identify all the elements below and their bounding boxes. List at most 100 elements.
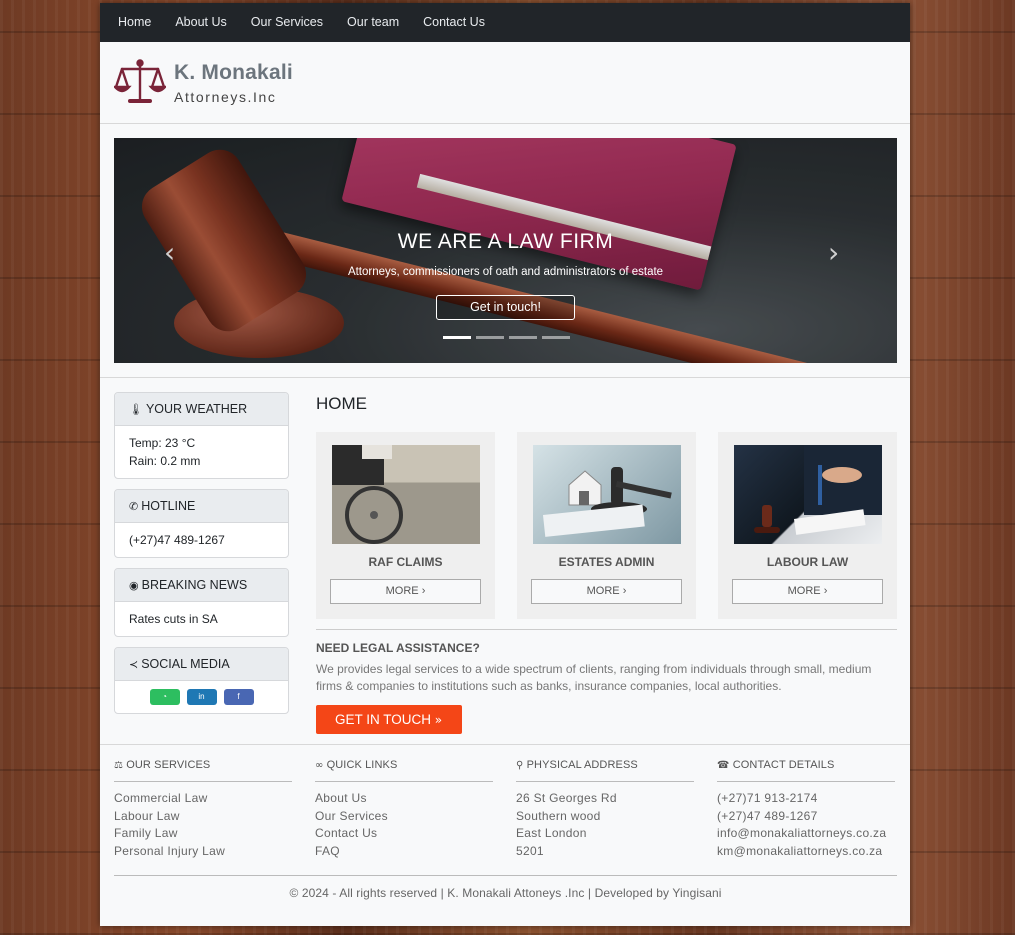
nav-our-team[interactable]: Our team bbox=[335, 3, 411, 42]
contact-email[interactable]: info@monakaliattorneys.co.za bbox=[717, 825, 895, 843]
handshake-image bbox=[753, 445, 882, 535]
chevron-right-icon: › bbox=[823, 585, 828, 597]
footer-contact-title: CONTACT DETAILS bbox=[732, 759, 835, 771]
weather-card-body: Temp: 23 °C Rain: 0.2 mm bbox=[115, 426, 288, 478]
footer-columns: ⚖ OUR SERVICES Commercial Law Labour Law… bbox=[114, 759, 897, 860]
carousel-subtitle: Attorneys, commissioners of oath and adm… bbox=[347, 266, 664, 278]
brand-name[interactable]: K. Monakali bbox=[174, 61, 293, 85]
carousel-prev-icon[interactable]: ‹ bbox=[164, 236, 175, 269]
hero-carousel: WE ARE A LAW FIRM Attorneys, commissione… bbox=[114, 138, 897, 363]
carousel-title: WE ARE A LAW FIRM bbox=[397, 230, 614, 253]
address-line: Southern wood bbox=[516, 808, 601, 823]
news-text[interactable]: Rates cuts in SA bbox=[129, 610, 274, 628]
address-line: 26 St Georges Rd bbox=[516, 791, 617, 805]
labour-more-button[interactable]: MORE › bbox=[732, 579, 883, 604]
social-card-header: ≺ SOCIAL MEDIA bbox=[115, 648, 288, 681]
footer-address-title: PHYSICAL ADDRESS bbox=[526, 759, 638, 771]
contact-phone[interactable]: (+27)47 489-1267 bbox=[717, 808, 895, 826]
nav-our-services[interactable]: Our Services bbox=[239, 3, 335, 42]
carousel-indicator[interactable] bbox=[443, 336, 471, 339]
service-card-raf: RAF CLAIMS MORE › bbox=[316, 432, 495, 619]
address-line: 5201 bbox=[516, 843, 544, 858]
double-chevron-right-icon: » bbox=[434, 713, 443, 727]
assistance-text: We provides legal services to a wide spe… bbox=[316, 662, 872, 693]
phone-square-icon: ☎ bbox=[717, 760, 730, 771]
linkedin-icon[interactable]: in bbox=[186, 689, 217, 705]
labour-law-image bbox=[733, 445, 882, 544]
nav-contact-us[interactable]: Contact Us bbox=[411, 3, 497, 42]
service-title: LABOUR LAW bbox=[766, 555, 849, 569]
divider bbox=[316, 629, 897, 630]
facebook-icon[interactable]: f bbox=[223, 689, 254, 705]
estates-admin-image bbox=[532, 445, 681, 544]
carousel-indicator[interactable] bbox=[542, 336, 570, 339]
carousel-indicator[interactable] bbox=[476, 336, 504, 339]
brand-subtitle: Attorneys.Inc bbox=[174, 88, 277, 105]
footer-contact-heading: ☎ CONTACT DETAILS bbox=[717, 759, 895, 782]
weather-card-header: 🌡 YOUR WEATHER bbox=[115, 393, 288, 426]
contact-email[interactable]: km@monakaliattorneys.co.za bbox=[717, 843, 895, 861]
footer-address-heading: ⚲ PHYSICAL ADDRESS bbox=[516, 759, 694, 782]
service-title: RAF CLAIMS bbox=[368, 555, 443, 569]
raf-more-button[interactable]: MORE › bbox=[330, 579, 481, 604]
service-card-labour: LABOUR LAW MORE › bbox=[718, 432, 897, 619]
more-label: MORE bbox=[385, 585, 419, 597]
social-card: ≺ SOCIAL MEDIA ◔ in f bbox=[114, 647, 289, 714]
footer-link[interactable]: Commercial Law bbox=[114, 790, 292, 808]
contact-phone[interactable]: (+27)71 913-2174 bbox=[717, 790, 895, 808]
footer-link[interactable]: Family Law bbox=[114, 825, 292, 843]
chevron-right-icon: › bbox=[421, 585, 426, 597]
house-gavel-image bbox=[542, 467, 672, 537]
weather-card: 🌡 YOUR WEATHER Temp: 23 °C Rain: 0.2 mm bbox=[114, 392, 289, 479]
footer-services-title: OUR SERVICES bbox=[126, 759, 211, 771]
hotline-number[interactable]: (+27)47 489-1267 bbox=[129, 531, 274, 549]
address-line: East London bbox=[516, 826, 587, 840]
footer-contact: ☎ CONTACT DETAILS (+27)71 913-2174 (+27)… bbox=[717, 759, 895, 860]
carousel-section: WE ARE A LAW FIRM Attorneys, commissione… bbox=[100, 124, 910, 378]
more-label: MORE bbox=[586, 585, 620, 597]
footer-services: ⚖ OUR SERVICES Commercial Law Labour Law… bbox=[114, 759, 292, 860]
footer-contact-list: (+27)71 913-2174 (+27)47 489-1267 info@m… bbox=[717, 790, 895, 860]
carousel-next-icon[interactable]: › bbox=[828, 236, 839, 269]
cta-label: GET IN TOUCH bbox=[335, 712, 432, 727]
footer-link[interactable]: FAQ bbox=[315, 843, 493, 861]
footer-address: ⚲ PHYSICAL ADDRESS 26 St Georges Rd Sout… bbox=[516, 759, 694, 860]
footer-link[interactable]: About Us bbox=[315, 790, 493, 808]
raf-claims-image bbox=[331, 445, 480, 544]
brand-header: K. Monakali Attorneys.Inc bbox=[100, 42, 910, 124]
brand-text: K. Monakali Attorneys.Inc bbox=[174, 61, 293, 105]
footer-services-list: Commercial Law Labour Law Family Law Per… bbox=[114, 790, 292, 860]
hotline-card-header: ✆ HOTLINE bbox=[115, 490, 288, 523]
get-in-touch-button[interactable]: Get in touch! bbox=[436, 295, 575, 320]
service-title: ESTATES ADMIN bbox=[558, 555, 655, 569]
scales-of-justice-icon[interactable] bbox=[114, 57, 166, 109]
share-icon: ≺ bbox=[129, 658, 139, 671]
copyright: © 2024 - All rights reserved | K. Monaka… bbox=[114, 875, 897, 900]
carousel-indicator[interactable] bbox=[509, 336, 537, 339]
footer-link[interactable]: Labour Law bbox=[114, 808, 292, 826]
chevron-right-icon: › bbox=[622, 585, 627, 597]
weather-rain: Rain: 0.2 mm bbox=[129, 454, 201, 468]
balance-icon: ⚖ bbox=[114, 760, 124, 771]
nav-home[interactable]: Home bbox=[106, 3, 163, 42]
estates-more-button[interactable]: MORE › bbox=[531, 579, 682, 604]
main-section: 🌡 YOUR WEATHER Temp: 23 °C Rain: 0.2 mm ✆… bbox=[100, 378, 910, 745]
news-card-header: ◉ BREAKING NEWS bbox=[115, 569, 288, 602]
sidebar: 🌡 YOUR WEATHER Temp: 23 °C Rain: 0.2 mm ✆… bbox=[114, 392, 289, 744]
phone-icon: ✆ bbox=[129, 500, 139, 513]
footer-link[interactable]: Contact Us bbox=[315, 825, 493, 843]
footer-services-heading: ⚖ OUR SERVICES bbox=[114, 759, 292, 782]
services-grid: RAF CLAIMS MORE › ESTATES ADMIN MORE › L… bbox=[316, 432, 897, 619]
news-card: ◉ BREAKING NEWS Rates cuts in SA bbox=[114, 568, 289, 637]
footer-links-heading: ∞ QUICK LINKS bbox=[315, 759, 493, 782]
more-label: MORE bbox=[787, 585, 821, 597]
assistance-title: NEED LEGAL ASSISTANCE? bbox=[316, 641, 480, 655]
page-title: HOME bbox=[316, 394, 367, 413]
whatsapp-icon[interactable]: ◔ bbox=[149, 689, 180, 705]
get-in-touch-cta-button[interactable]: GET IN TOUCH » bbox=[316, 705, 462, 734]
nav-about-us[interactable]: About Us bbox=[163, 3, 238, 42]
footer-address-list: 26 St Georges Rd Southern wood East Lond… bbox=[516, 790, 694, 860]
footer-link[interactable]: Our Services bbox=[315, 808, 493, 826]
footer-link[interactable]: Personal Injury Law bbox=[114, 843, 292, 861]
weather-title: YOUR WEATHER bbox=[145, 402, 248, 416]
